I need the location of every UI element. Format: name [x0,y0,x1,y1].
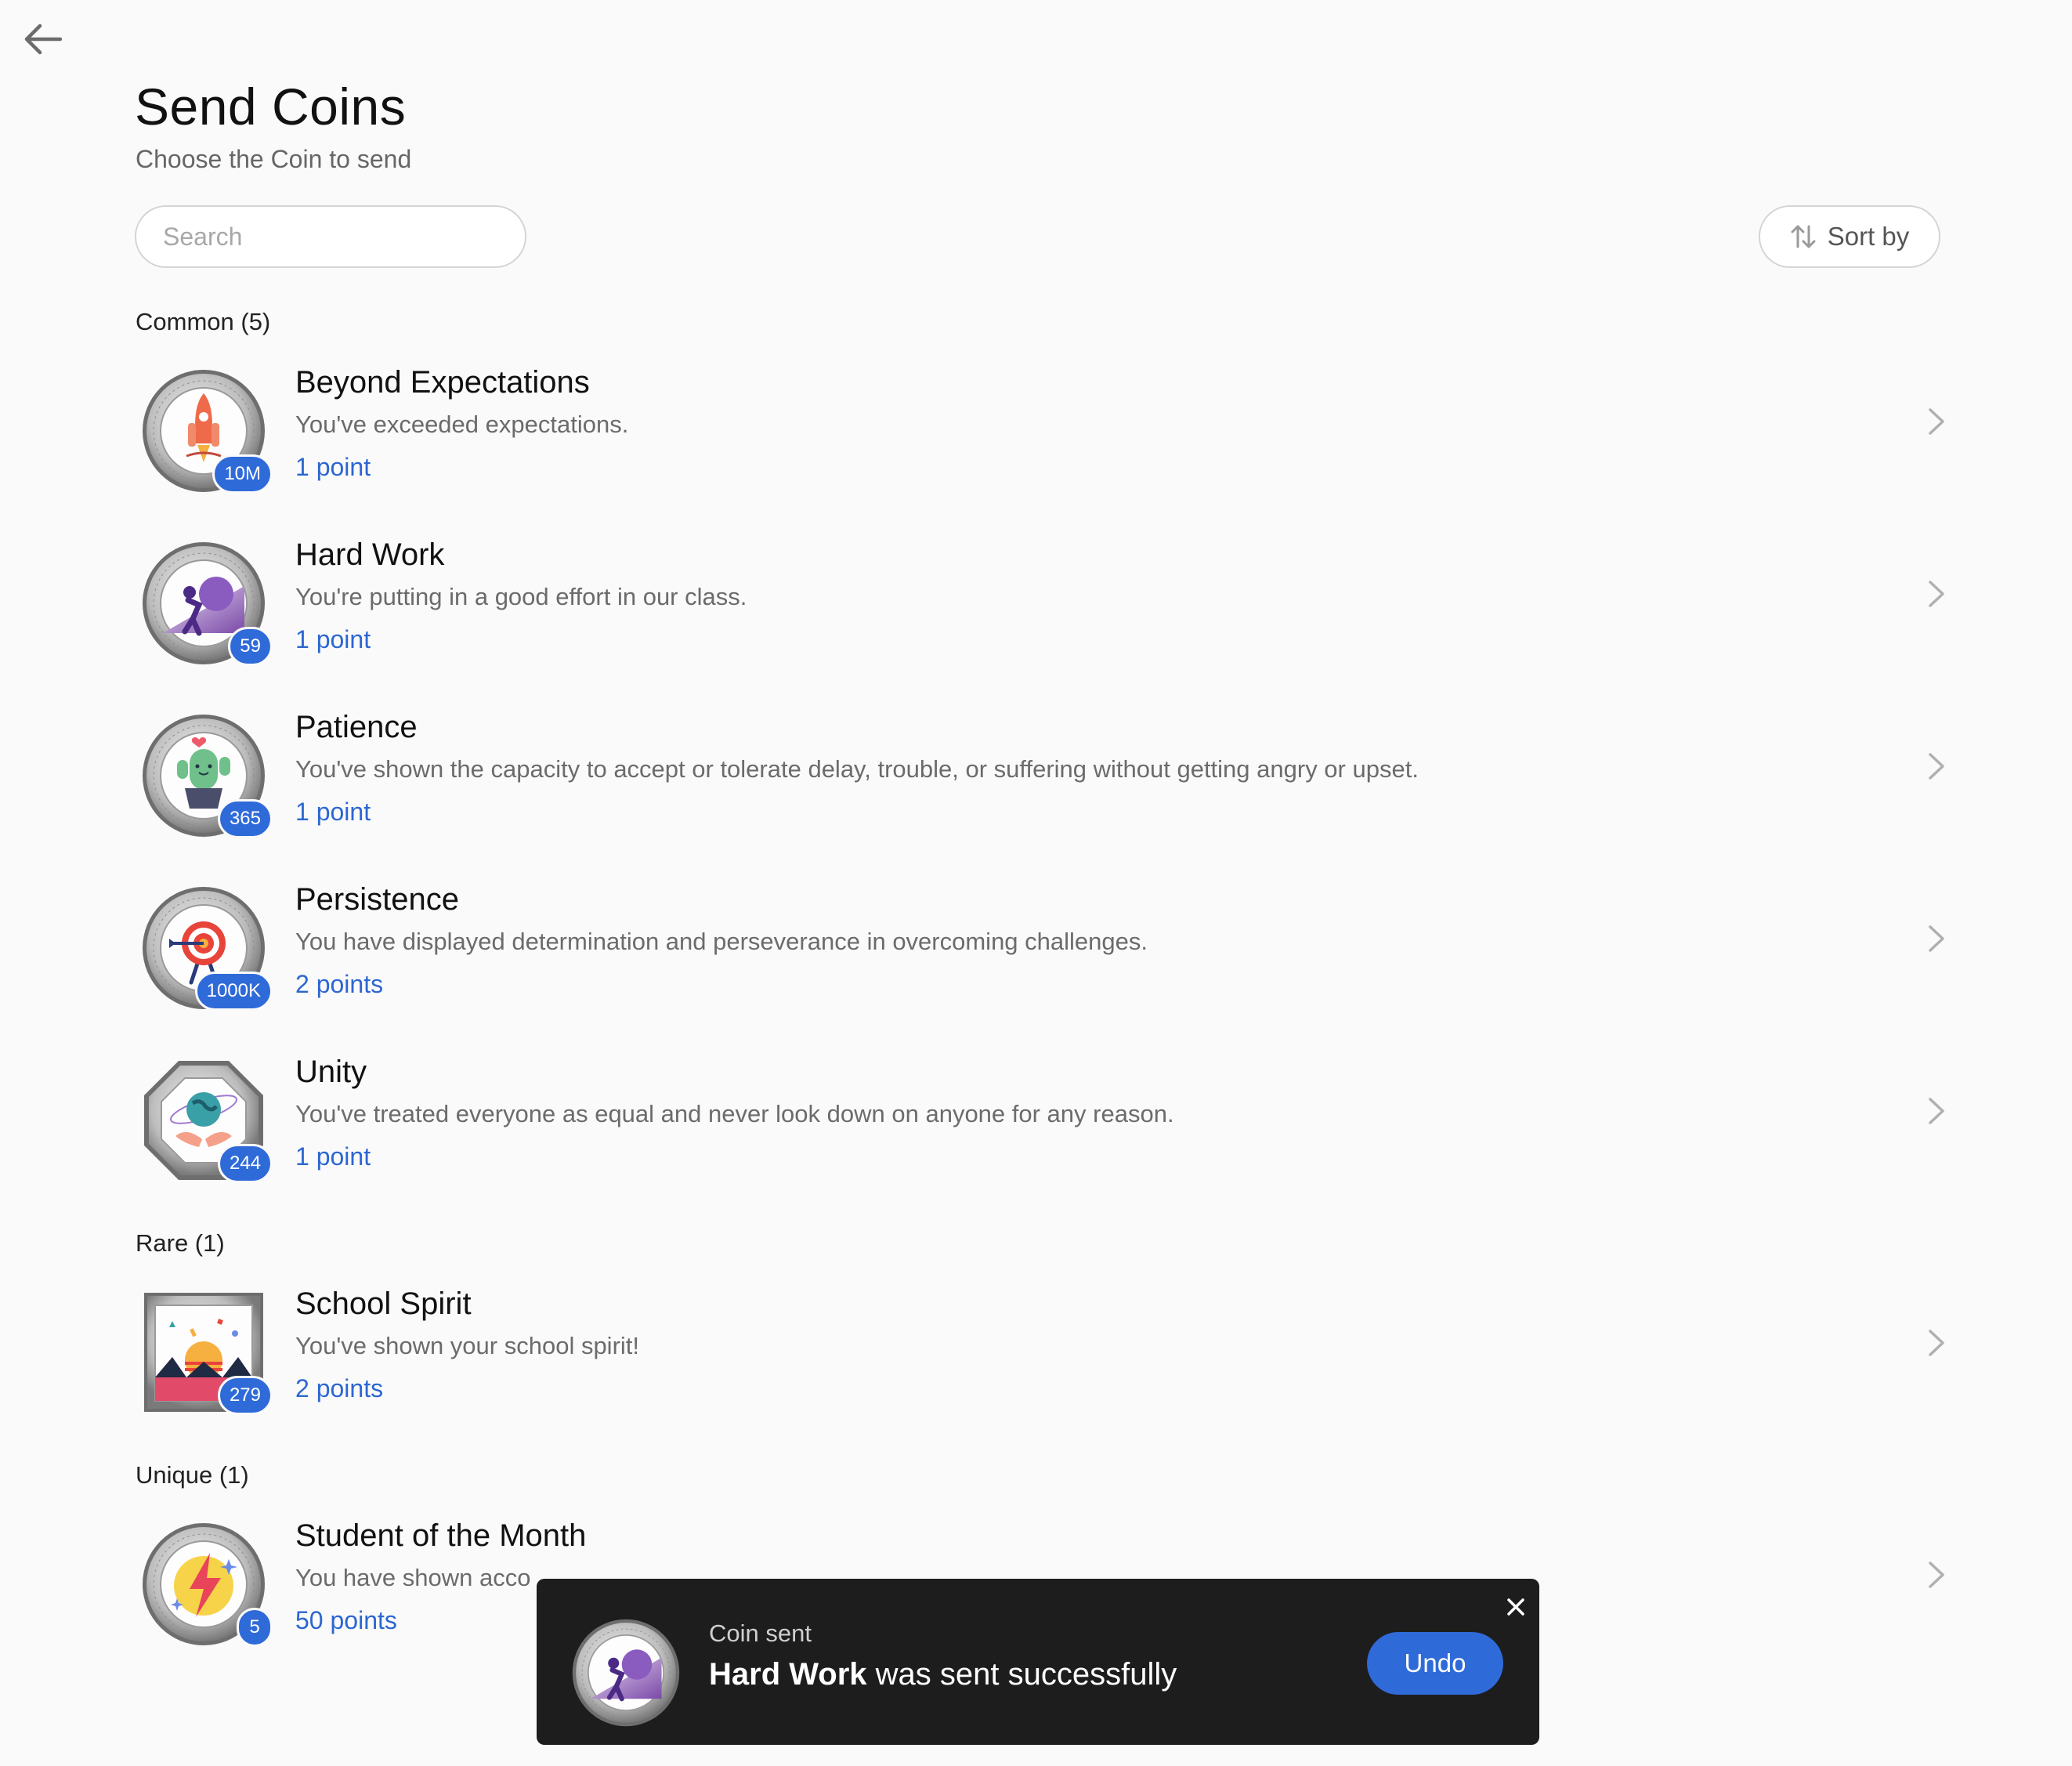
coin-description: You've treated everyone as equal and nev… [295,1100,1174,1127]
coin-row-unity[interactable]: 244 Unity You've treated everyone as equ… [135,1050,1952,1187]
chevron-right-icon [1921,1326,1952,1360]
coin-points: 1 point [295,625,371,653]
coin-points: 2 points [295,970,384,998]
coin-name: School Spirit [295,1287,472,1321]
section-heading-unique: Unique (1) [136,1461,249,1489]
coin-name: Persistence [295,882,459,917]
coin-badge: 59 [135,541,273,666]
coin-name: Unity [295,1055,367,1089]
chevron-right-icon [1921,404,1952,439]
chevron-right-icon [1921,921,1952,956]
coin-description: You've exceeded expectations. [295,411,629,438]
page-subtitle: Choose the Coin to send [136,145,412,173]
coin-points: 1 point [295,453,371,481]
sort-icon [1791,225,1816,248]
coin-count-badge: 365 [217,799,273,838]
sort-button[interactable]: Sort by [1759,205,1940,268]
coin-row-persistence[interactable]: 1000K Persistence You have displayed det… [135,878,1952,1015]
coin-name: Beyond Expectations [295,365,590,400]
undo-button[interactable]: Undo [1367,1632,1503,1695]
coin-badge: 5 [135,1522,273,1647]
close-icon[interactable] [1502,1593,1530,1621]
back-button[interactable] [17,14,67,64]
coin-points: 2 points [295,1374,384,1402]
coin-name: Student of the Month [295,1518,587,1553]
coin-badge: 1000K [135,885,273,1011]
coin-count-badge: 10M [212,454,273,494]
coin-description: You've shown the capacity to accept or t… [295,755,1419,783]
coin-badge: 244 [135,1058,273,1183]
section-heading-rare: Rare (1) [136,1229,225,1257]
coin-description: You have shown acco [295,1564,531,1591]
coin-description: You're putting in a good effort in our c… [295,583,747,610]
toast-label: Coin sent [709,1619,812,1647]
coin-row-patience[interactable]: 365 Patience You've shown the capacity t… [135,705,1952,842]
coin-name: Patience [295,710,418,744]
toast-coin-name: Hard Work [709,1657,867,1692]
chevron-right-icon [1921,1094,1952,1128]
coin-points: 50 points [295,1606,397,1634]
coin-badge: 365 [135,713,273,838]
coin-sent-toast: Coin sent Hard Work was sent successfull… [537,1579,1539,1745]
coin-count-badge: 244 [217,1144,273,1183]
page-title: Send Coins [135,78,407,136]
toast-message-text: was sent successfully [866,1657,1177,1692]
search-input[interactable] [135,205,526,268]
boulder-push-icon [572,1619,680,1727]
coin-description: You've shown your school spirit! [295,1332,640,1359]
coin-row-school-spirit[interactable]: 279 School Spirit You've shown your scho… [135,1282,1952,1419]
coin-name: Hard Work [295,537,445,572]
coin-points: 1 point [295,1142,371,1171]
arrow-left-icon [24,24,62,55]
section-heading-common: Common (5) [136,308,271,335]
coin-row-beyond-expectations[interactable]: 10M Beyond Expectations You've exceeded … [135,360,1952,498]
coin-count-badge: 279 [217,1376,273,1415]
coin-description: You have displayed determination and per… [295,928,1148,955]
coin-badge: 279 [135,1290,273,1415]
sort-label: Sort by [1827,222,1910,251]
chevron-right-icon [1921,577,1952,611]
coin-count-badge: 5 [237,1608,273,1647]
chevron-right-icon [1921,749,1952,783]
coin-points: 1 point [295,798,371,826]
toast-message: Hard Work was sent successfully [709,1657,1177,1692]
coin-count-badge: 1000K [194,972,273,1011]
chevron-right-icon [1921,1558,1952,1592]
coin-badge: 10M [135,368,273,494]
coin-count-badge: 59 [228,627,273,666]
coin-row-hard-work[interactable]: 59 Hard Work You're putting in a good ef… [135,533,1952,670]
